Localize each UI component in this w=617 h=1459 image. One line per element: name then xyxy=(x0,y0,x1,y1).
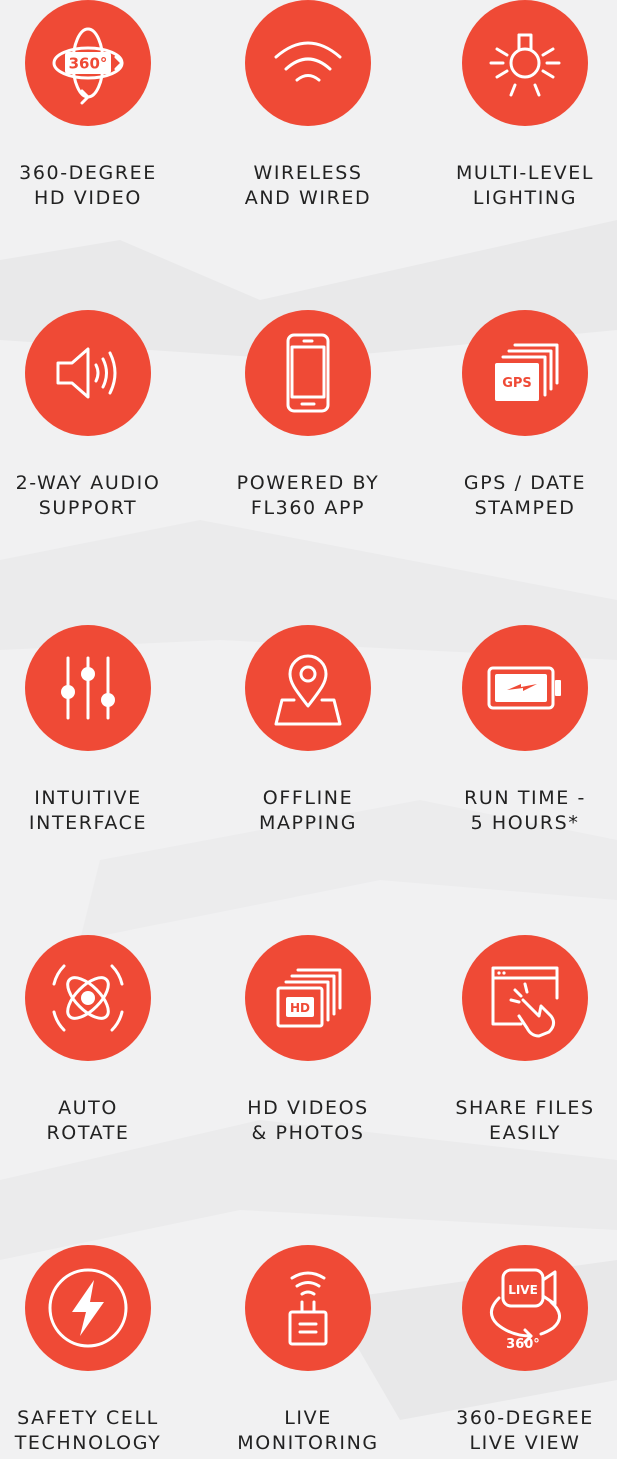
lightning-bolt-icon xyxy=(48,1268,128,1348)
feature-label-line-1: AUTO xyxy=(58,1097,118,1119)
feature-label: AUTO ROTATE xyxy=(0,1096,191,1146)
feature-label-line-2: AND WIRED xyxy=(244,187,372,209)
feature-wireless-wired: WIRELESS AND WIRED xyxy=(205,0,411,211)
smartphone-icon xyxy=(286,333,330,413)
feature-label: GPS / DATE STAMPED xyxy=(422,471,617,521)
sliders-icon xyxy=(61,656,115,720)
feature-icon-circle xyxy=(462,625,588,751)
hd-stack-icon: HD xyxy=(276,968,342,1028)
feature-live-monitoring: LIVE MONITORING xyxy=(205,1245,411,1456)
feature-label: HD VIDEOS & PHOTOS xyxy=(205,1096,411,1146)
feature-label: MULTI-LEVEL LIGHTING xyxy=(422,161,617,211)
feature-intuitive-interface: INTUITIVE INTERFACE xyxy=(0,625,191,836)
icon-360-live-text: 360° xyxy=(506,1337,540,1352)
feature-label-line-1: 360-DEGREE xyxy=(19,162,157,184)
feature-icon-circle xyxy=(25,625,151,751)
feature-label-line-1: POWERED BY xyxy=(236,472,380,494)
wifi-icon xyxy=(274,41,342,82)
feature-label: 360-DEGREE HD VIDEO xyxy=(0,161,191,211)
feature-label-line-1: RUN TIME - xyxy=(464,787,586,809)
feature-label-line-1: INTUITIVE xyxy=(34,787,142,809)
feature-2-way-audio: 2-WAY AUDIO SUPPORT xyxy=(0,310,191,521)
feature-hd-videos-photos: HD HD VIDEOS & PHOTOS xyxy=(205,935,411,1146)
feature-safety-cell: SAFETY CELL TECHNOLOGY xyxy=(0,1245,191,1456)
feature-label: RUN TIME - 5 HOURS* xyxy=(422,786,617,836)
feature-label-line-1: WIRELESS xyxy=(253,162,363,184)
feature-icon-circle xyxy=(25,935,151,1061)
feature-icon-circle xyxy=(245,0,371,126)
feature-icon-circle: GPS xyxy=(462,310,588,436)
features-grid: 360° 360-DEGREE HD VIDEO WIRELESS AND WI… xyxy=(0,0,617,1459)
feature-icon-circle: HD xyxy=(245,935,371,1061)
feature-label: SAFETY CELL TECHNOLOGY xyxy=(0,1406,191,1456)
feature-label-line-1: HD VIDEOS xyxy=(247,1097,369,1119)
feature-label-line-1: GPS / DATE xyxy=(463,472,587,494)
feature-powered-by-app: POWERED BY FL360 APP xyxy=(205,310,411,521)
feature-label-line-1: SAFETY CELL xyxy=(17,1407,159,1429)
feature-label-line-2: MAPPING xyxy=(258,812,358,834)
feature-label: LIVE MONITORING xyxy=(205,1406,411,1456)
feature-label: 2-WAY AUDIO SUPPORT xyxy=(0,471,191,521)
battery-charging-icon xyxy=(487,666,561,710)
feature-label-line-1: OFFLINE xyxy=(262,787,354,809)
feature-label-line-2: SUPPORT xyxy=(38,497,138,519)
feature-label: 360-DEGREE LIVE VIEW xyxy=(422,1406,617,1456)
feature-360-hd-video: 360° 360-DEGREE HD VIDEO xyxy=(0,0,191,211)
feature-label-line-2: LIGHTING xyxy=(472,187,578,209)
feature-label-line-2: ROTATE xyxy=(46,1122,130,1144)
feature-icon-circle xyxy=(245,1245,371,1371)
map-pin-icon xyxy=(274,654,342,726)
feature-label: INTUITIVE INTERFACE xyxy=(0,786,191,836)
feature-label-line-2: EASILY xyxy=(489,1122,561,1144)
feature-label-line-2: MONITORING xyxy=(237,1432,379,1454)
feature-run-time: RUN TIME - 5 HOURS* xyxy=(422,625,617,836)
feature-label-line-2: LIVE VIEW xyxy=(469,1432,581,1454)
feature-label: SHARE FILES EASILY xyxy=(422,1096,617,1146)
feature-label: OFFLINE MAPPING xyxy=(205,786,411,836)
feature-gps-date-stamped: GPS GPS / DATE STAMPED xyxy=(422,310,617,521)
feature-icon-circle xyxy=(25,1245,151,1371)
feature-label-line-1: 360-DEGREE xyxy=(456,1407,594,1429)
feature-label: WIRELESS AND WIRED xyxy=(205,161,411,211)
icon-live-text: LIVE xyxy=(508,1283,538,1297)
feature-label-line-2: FL360 APP xyxy=(250,497,366,519)
feature-label-line-2: INTERFACE xyxy=(28,812,148,834)
wireless-device-icon xyxy=(288,1271,328,1346)
gps-stack-icon: GPS xyxy=(495,343,559,401)
icon-gps-text: GPS xyxy=(502,376,532,391)
feature-360-live-view: LIVE 360° 360-DEGREE LIVE VIEW xyxy=(422,1245,617,1456)
feature-label: POWERED BY FL360 APP xyxy=(205,471,411,521)
feature-icon-circle xyxy=(25,310,151,436)
feature-icon-circle: 360° xyxy=(25,0,151,126)
feature-icon-circle xyxy=(462,0,588,126)
feature-label-line-2: 5 HOURS* xyxy=(470,812,580,834)
feature-label-line-1: SHARE FILES xyxy=(455,1097,595,1119)
icon-360-text: 360° xyxy=(69,55,108,73)
icon-hd-text: HD xyxy=(290,1001,310,1015)
feature-auto-rotate: AUTO ROTATE xyxy=(0,935,191,1146)
atom-rotate-icon xyxy=(52,964,124,1032)
feature-label-line-2: TECHNOLOGY xyxy=(14,1432,162,1454)
feature-share-files: SHARE FILES EASILY xyxy=(422,935,617,1146)
feature-icon-circle xyxy=(245,625,371,751)
feature-multi-level-lighting: MULTI-LEVEL LIGHTING xyxy=(422,0,617,211)
lightbulb-icon xyxy=(489,33,561,97)
feature-label-line-2: STAMPED xyxy=(474,497,576,519)
touch-browser-icon xyxy=(491,966,559,1038)
feature-label-line-2: HD VIDEO xyxy=(34,187,142,209)
live-camera-360-icon: LIVE 360° xyxy=(490,1268,561,1352)
feature-label-line-2: & PHOTOS xyxy=(251,1122,365,1144)
speaker-icon xyxy=(56,347,117,399)
feature-icon-circle xyxy=(462,935,588,1061)
feature-label-line-1: LIVE xyxy=(284,1407,332,1429)
feature-label-line-1: MULTI-LEVEL xyxy=(455,162,595,184)
feature-offline-mapping: OFFLINE MAPPING xyxy=(205,625,411,836)
feature-icon-circle xyxy=(245,310,371,436)
360-rotation-icon: 360° xyxy=(52,27,124,105)
feature-icon-circle: LIVE 360° xyxy=(462,1245,588,1371)
feature-label-line-1: 2-WAY AUDIO xyxy=(15,472,161,494)
